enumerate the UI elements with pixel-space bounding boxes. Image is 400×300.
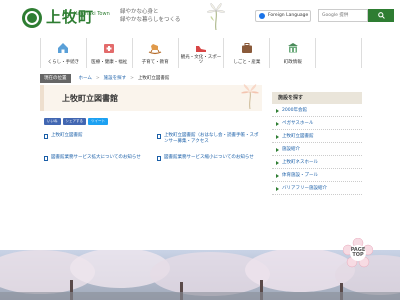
search-input[interactable] [318,9,368,22]
nav-label: 子育て・教育 [141,60,169,65]
tweet-button[interactable]: ツイート [88,118,108,125]
nav-item-empty [316,38,363,68]
site-header: 上牧町 Kanmaki Town 緑やかな心身と 緑やかな暮らしをつくる For… [0,0,400,36]
link-item[interactable]: 図書館業務サービス拡大についてのお知らせ [44,155,154,161]
building-icon [287,43,298,53]
breadcrumb-current: 上牧町立図書館 [137,76,170,81]
breadcrumb-separator: > [130,75,134,81]
link-label: 図書館業務サービス縮小についてのお知らせ [164,155,254,160]
breadcrumb-facilities[interactable]: 施設を探す [104,75,127,81]
lily-flower-icon [206,3,226,31]
town-logo-icon[interactable] [22,8,42,28]
page-title-box: 上牧町立図書館 [40,84,262,111]
sidebar-item[interactable]: 2000年会館 [272,104,362,117]
breadcrumb-home[interactable]: ホーム [79,75,92,81]
document-icon [157,134,161,139]
medical-icon [104,44,115,53]
search-button[interactable] [368,9,394,22]
nav-label: 町政情報 [283,60,302,65]
global-nav: くらし・手続き 医療・健康・福祉 子育て・教育 観光・文化・スポーツ しごと・産… [40,38,363,68]
sidebar-heading: 施設を探す [272,92,362,104]
house-icon [58,43,69,53]
sidebar-item[interactable]: 上牧町ネスホール [272,156,362,169]
link-item[interactable]: 上牧町立図書館（おはなし会・読書手帳・スポンサー募集・アクセス [157,133,262,145]
nav-item-childcare[interactable]: 子育て・教育 [133,38,179,68]
foreign-language-button[interactable]: Foreign Language [255,10,311,22]
site-subtitle: Kanmaki Town [74,11,110,17]
document-icon [44,134,48,139]
nav-item-living[interactable]: くらし・手続き [41,38,87,68]
sidebar-item[interactable]: 上牧町立図書館 [272,130,362,143]
document-icon [157,156,161,161]
link-item[interactable]: 図書館業務サービス縮小についてのお知らせ [157,155,262,161]
search-icon [377,12,385,19]
nav-item-tourism[interactable]: 観光・文化・スポーツ [179,38,225,68]
breadcrumb-separator: > [95,75,100,81]
nav-label: くらし・手続き [47,60,80,65]
page-top-button[interactable]: PAGE TOP [342,237,374,268]
facebook-like-button[interactable]: いいね [44,118,61,125]
lily-flower-icon [241,84,259,110]
nav-label: 観光・文化・スポーツ [180,55,222,65]
facebook-share-button[interactable]: シェアする [62,118,86,125]
sidebar-item[interactable]: ペガサスホール [272,117,362,130]
link-label: 上牧町立図書館（おはなし会・読書手帳・スポンサー募集・アクセス [164,133,259,144]
sidebar: 施設を探す 2000年会館 ペガサスホール 上牧町立図書館 施設紹介 上牧町ネス… [272,92,362,195]
social-buttons: いいね シェアする ツイート [44,118,108,125]
breadcrumb: 現在の位置 ホーム > 施設を探す > 上牧町立図書館 [40,73,362,83]
sidebar-item[interactable]: 体育施設・プール [272,169,362,182]
globe-icon [259,13,265,19]
nav-item-work[interactable]: しごと・産業 [224,38,271,68]
cherry-blossom-photo [0,250,400,300]
rocking-horse-icon [148,44,162,55]
nav-item-government[interactable]: 町政情報 [270,38,317,68]
link-label: 上牧町立図書館 [51,133,83,138]
page-title: 上牧町立図書館 [62,94,118,103]
breadcrumb-badge: 現在の位置 [40,73,71,83]
cherry-blossom-image [0,250,400,300]
nav-item-health[interactable]: 医療・健康・福祉 [87,38,133,68]
nav-label: しごと・産業 [233,60,261,65]
sidebar-item[interactable]: 施設紹介 [272,143,362,156]
link-item[interactable]: 上牧町立図書館 [44,133,144,139]
foreign-language-label: Foreign Language [268,13,309,18]
link-label: 図書館業務サービス拡大についてのお知らせ [51,155,141,160]
nav-label: 医療・健康・福祉 [91,60,128,65]
document-icon [44,156,48,161]
page-top-label-2: TOP [352,252,364,258]
briefcase-icon [241,43,252,53]
shoe-icon [196,46,206,52]
sidebar-item[interactable]: バリアフリー施設紹介 [272,182,362,195]
